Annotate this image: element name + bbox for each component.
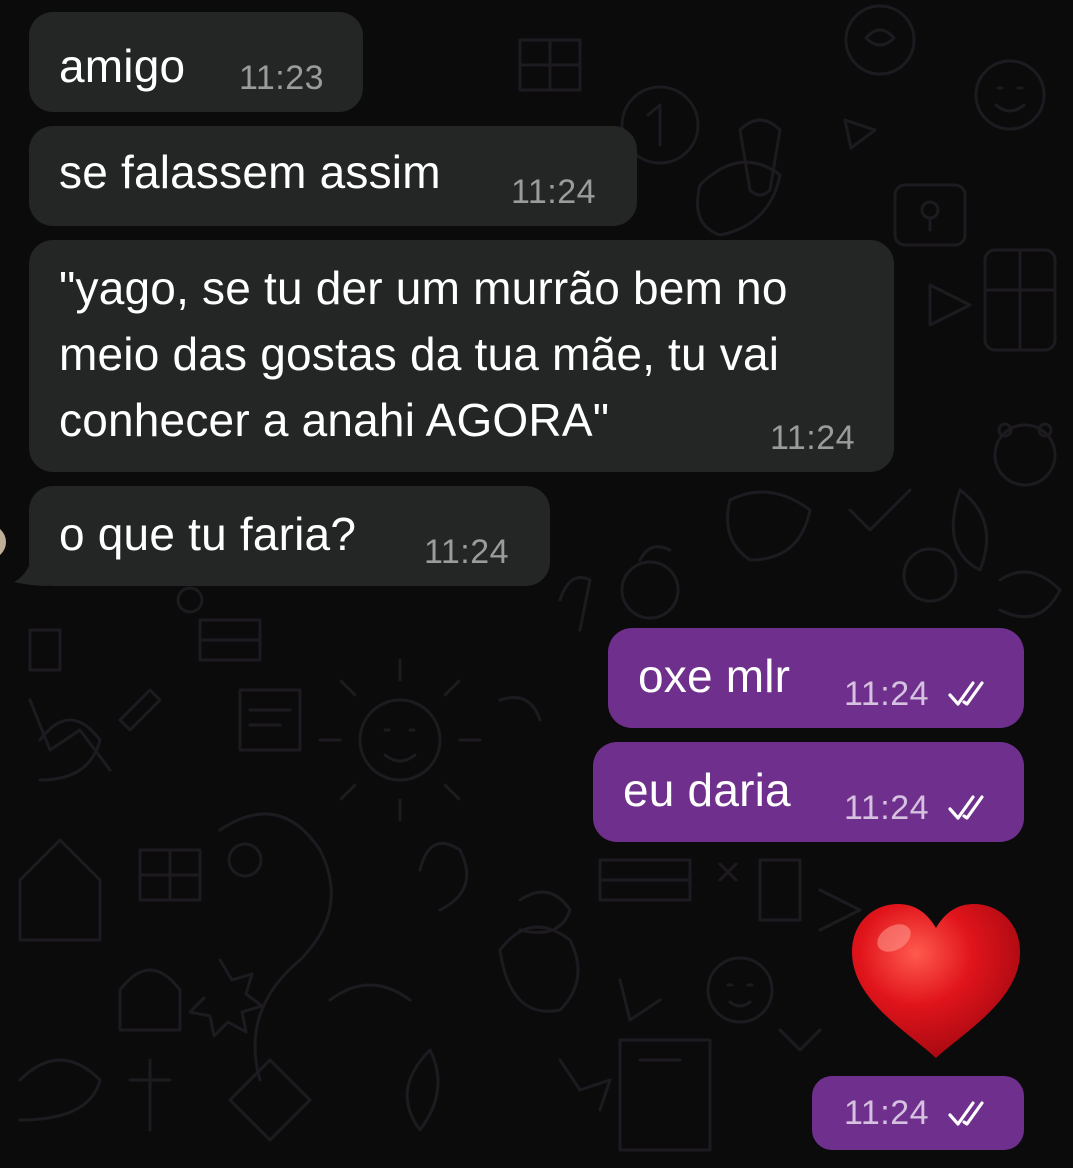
double-check-icon: [948, 795, 984, 820]
incoming-message[interactable]: "yago, se tu der um murrão bem no meio d…: [29, 240, 894, 472]
message-timestamp: 11:23: [239, 59, 325, 97]
emoji-timestamp-pill: 11:24: [812, 1076, 1024, 1150]
message-text-line: "yago, se tu der um murrão bem no: [59, 262, 788, 314]
incoming-message[interactable]: amigo 11:23: [29, 12, 363, 112]
message-text: oxe mlr: [638, 650, 791, 702]
message-timestamp: 11:24: [844, 675, 930, 713]
message-text: o que tu faria?: [59, 508, 357, 560]
message-text: se falassem assim: [59, 146, 441, 198]
incoming-message[interactable]: o que tu faria? 11:24: [29, 486, 550, 586]
message-text-line: conhecer a anahi AGORA": [59, 394, 610, 446]
double-check-icon: [948, 1101, 984, 1126]
message-text: eu daria: [623, 764, 791, 816]
message-timestamp: 11:24: [511, 173, 597, 211]
message-timestamp: 11:24: [844, 1094, 930, 1132]
message-timestamp: 11:24: [844, 789, 930, 827]
message-text: amigo: [59, 40, 186, 92]
incoming-message[interactable]: se falassem assim 11:24: [29, 126, 637, 226]
message-timestamp: 11:24: [770, 419, 856, 457]
double-check-icon: [948, 681, 984, 706]
message-text-line: meio das gostas da tua mãe, tu vai: [59, 328, 780, 380]
outgoing-message[interactable]: oxe mlr 11:24: [608, 628, 1024, 728]
outgoing-message[interactable]: eu daria 11:24: [593, 742, 1024, 842]
message-timestamp: 11:24: [424, 533, 510, 571]
red-heart-emoji[interactable]: [848, 900, 1024, 1062]
